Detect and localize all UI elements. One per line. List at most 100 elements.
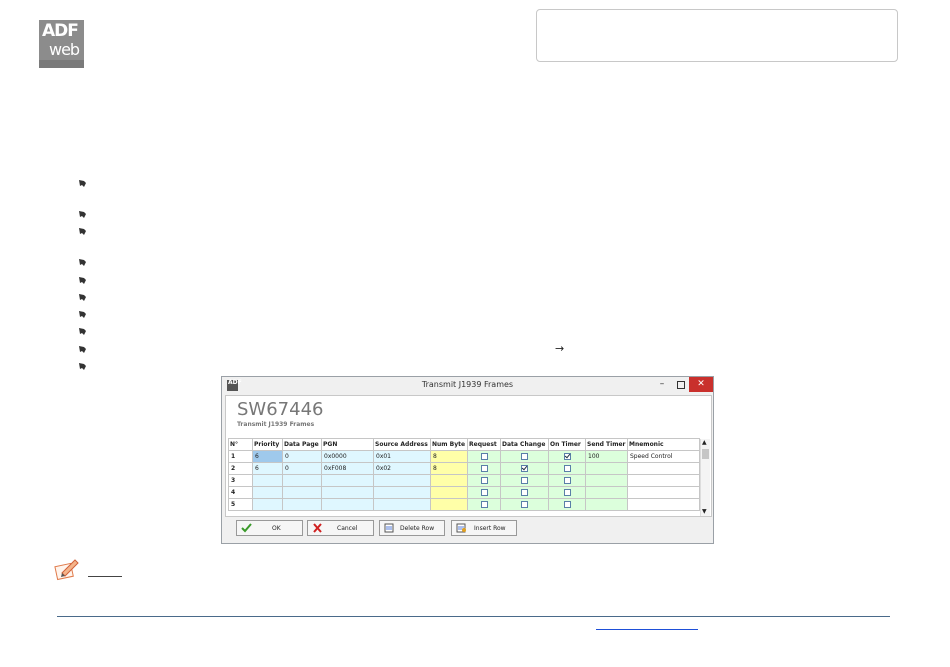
source-address-cell[interactable]: 0x02 [373, 462, 431, 475]
cancel-button[interactable]: Cancel [307, 520, 374, 536]
pgn-cell[interactable] [321, 498, 374, 511]
priority-cell[interactable] [252, 498, 283, 511]
scroll-down-icon[interactable]: ▼ [702, 508, 707, 515]
priority-cell[interactable] [252, 486, 283, 499]
checkbox[interactable] [480, 489, 488, 496]
num-byte-cell[interactable]: 8 [430, 450, 468, 463]
column-header[interactable]: Mnemonic [627, 438, 700, 451]
checkbox[interactable] [563, 501, 571, 508]
source-address-cell[interactable]: 0x01 [373, 450, 431, 463]
checkbox[interactable] [521, 465, 528, 472]
request-checkbox[interactable] [467, 450, 501, 463]
column-header[interactable]: Send Timer [585, 438, 628, 451]
scroll-up-icon[interactable]: ▲ [702, 439, 707, 446]
table-row[interactable]: 3 [228, 474, 700, 487]
request-checkbox[interactable] [467, 462, 501, 475]
table-row[interactable]: 5 [228, 498, 700, 511]
pgn-cell[interactable]: 0x0000 [321, 450, 374, 463]
table-row[interactable]: 4 [228, 486, 700, 499]
mnemonic-cell[interactable] [627, 474, 700, 487]
checkbox[interactable] [480, 501, 488, 508]
source-address-cell[interactable] [373, 474, 431, 487]
checkbox[interactable] [563, 477, 571, 484]
num-byte-cell[interactable]: 8 [430, 462, 468, 475]
mnemonic-cell[interactable] [627, 498, 700, 511]
send-timer-cell[interactable] [585, 486, 628, 499]
checkbox[interactable] [521, 453, 528, 460]
on-timer-checkbox[interactable] [548, 474, 586, 487]
request-checkbox[interactable] [467, 498, 501, 511]
on-timer-checkbox[interactable] [548, 486, 586, 499]
on-timer-checkbox[interactable] [548, 450, 586, 463]
bullet-icon [78, 179, 88, 189]
data-page-cell[interactable] [282, 474, 322, 487]
row-number[interactable]: 5 [228, 498, 253, 511]
send-timer-cell[interactable]: 100 [585, 450, 628, 463]
column-header[interactable]: PGN [321, 438, 374, 451]
column-header[interactable]: N° [228, 438, 253, 451]
priority-cell[interactable] [252, 474, 283, 487]
checkbox[interactable] [480, 465, 488, 472]
delete-row-button[interactable]: Delete Row [379, 520, 445, 536]
data-change-checkbox[interactable] [500, 498, 549, 511]
num-byte-cell[interactable] [430, 498, 468, 511]
checkbox[interactable] [563, 453, 571, 460]
column-header[interactable]: On Timer [548, 438, 586, 451]
row-number[interactable]: 2 [228, 462, 253, 475]
data-change-checkbox[interactable] [500, 450, 549, 463]
on-timer-checkbox[interactable] [548, 462, 586, 475]
mnemonic-cell[interactable] [627, 462, 700, 475]
data-page-cell[interactable]: 0 [282, 450, 322, 463]
mnemonic-cell[interactable] [627, 486, 700, 499]
column-header[interactable]: Num Byte [430, 438, 468, 451]
row-number[interactable]: 4 [228, 486, 253, 499]
checkbox[interactable] [521, 489, 528, 496]
request-checkbox[interactable] [467, 474, 501, 487]
priority-cell[interactable]: 6 [252, 450, 283, 463]
num-byte-cell[interactable] [430, 474, 468, 487]
send-timer-cell[interactable] [585, 498, 628, 511]
pgn-cell[interactable]: 0xF008 [321, 462, 374, 475]
close-button[interactable]: ✕ [689, 377, 713, 392]
vertical-scrollbar[interactable]: ▲ ▼ [700, 439, 710, 516]
maximize-button[interactable] [673, 379, 687, 391]
footer-link-underline[interactable] [596, 629, 698, 630]
column-header[interactable]: Priority [252, 438, 283, 451]
column-header[interactable]: Request [467, 438, 501, 451]
table-row[interactable]: 1 6 0 0x0000 0x01 8 100 Speed Control [228, 450, 700, 463]
source-address-cell[interactable] [373, 498, 431, 511]
on-timer-checkbox[interactable] [548, 498, 586, 511]
checkbox[interactable] [480, 453, 488, 460]
data-change-checkbox[interactable] [500, 474, 549, 487]
mnemonic-cell[interactable]: Speed Control [627, 450, 700, 463]
table-row[interactable]: 2 6 0 0xF008 0x02 8 [228, 462, 700, 475]
pgn-cell[interactable] [321, 486, 374, 499]
data-page-cell[interactable]: 0 [282, 462, 322, 475]
scroll-thumb[interactable] [702, 449, 709, 459]
column-header[interactable]: Data Page [282, 438, 322, 451]
data-page-cell[interactable] [282, 498, 322, 511]
checkbox[interactable] [563, 465, 571, 472]
data-page-cell[interactable] [282, 486, 322, 499]
row-number[interactable]: 3 [228, 474, 253, 487]
row-number[interactable]: 1 [228, 450, 253, 463]
ok-button[interactable]: OK [236, 520, 303, 536]
num-byte-cell[interactable] [430, 486, 468, 499]
priority-cell[interactable]: 6 [252, 462, 283, 475]
column-header[interactable]: Data Change [500, 438, 549, 451]
insert-row-button[interactable]: Insert Row [451, 520, 517, 536]
column-header[interactable]: Source Address [373, 438, 431, 451]
source-address-cell[interactable] [373, 486, 431, 499]
send-timer-cell[interactable] [585, 474, 628, 487]
data-change-checkbox[interactable] [500, 486, 549, 499]
request-checkbox[interactable] [467, 486, 501, 499]
checkbox[interactable] [521, 501, 528, 508]
send-timer-cell[interactable] [585, 462, 628, 475]
checkbox[interactable] [480, 477, 488, 484]
data-change-checkbox[interactable] [500, 462, 549, 475]
minimize-button[interactable]: – [655, 379, 669, 391]
window-titlebar[interactable]: ADF Transmit J1939 Frames – ✕ [222, 377, 713, 394]
checkbox[interactable] [563, 489, 571, 496]
pgn-cell[interactable] [321, 474, 374, 487]
checkbox[interactable] [521, 477, 528, 484]
